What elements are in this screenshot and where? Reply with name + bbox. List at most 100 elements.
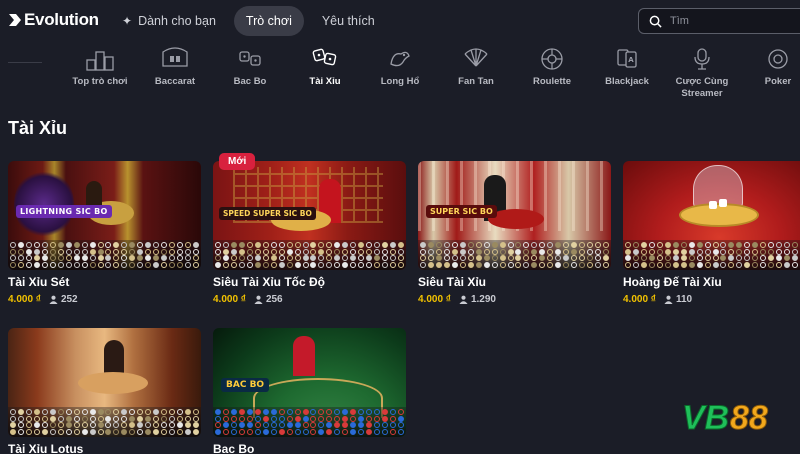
min-bet: 4.000 ₫ (623, 294, 656, 305)
road-dot (310, 261, 317, 268)
nav-favorites-label: Yêu thích (321, 14, 375, 28)
road-dot (168, 255, 175, 262)
road-dot (286, 409, 293, 416)
road-dot (728, 255, 735, 262)
road-dot (444, 261, 451, 268)
road-dot (57, 255, 64, 262)
category-fan-tan[interactable]: Fan Tan (438, 42, 514, 88)
road-dot (239, 415, 246, 422)
road-dot (81, 248, 88, 255)
road-dot (184, 422, 191, 429)
road-dot (428, 255, 435, 262)
game-name: Hoàng Đế Tài Xỉu (623, 275, 722, 289)
road-dot (499, 261, 506, 268)
search-input[interactable] (670, 15, 790, 27)
road-dot (633, 261, 640, 268)
road-dot (270, 261, 277, 268)
road-dot (373, 422, 380, 429)
road-dot (665, 255, 672, 262)
thumb-logo: SPEED SUPER SIC BO (219, 207, 316, 220)
road-dot (65, 422, 72, 429)
road-dot (50, 248, 57, 255)
road-dot (231, 248, 238, 255)
road-dot (73, 261, 80, 268)
road-dot (570, 248, 577, 255)
road-dot (192, 409, 199, 416)
road-dot (397, 415, 404, 422)
road-dot (26, 248, 33, 255)
road-dot (365, 255, 372, 262)
road-dot (65, 428, 72, 435)
brand-logo[interactable]: Evolution (8, 10, 99, 30)
results-road (213, 240, 406, 270)
category-tai-xiu[interactable]: Tài Xỉu (287, 42, 363, 88)
road-dot (491, 255, 498, 262)
road-dot (145, 242, 152, 249)
road-dot (192, 428, 199, 435)
road-dot (680, 242, 687, 249)
road-dot (215, 242, 222, 249)
road-dot (184, 242, 191, 249)
game-card[interactable]: BAC BO Bac Bo (213, 328, 406, 454)
game-thumbnail: SUPER SIC BO (418, 161, 611, 270)
game-card[interactable]: SUPER SIC BO Siêu Tài Xỉu 4.000 ₫ 1.290 (418, 161, 611, 305)
nav-for-you[interactable]: ✦ Dành cho bạn (110, 6, 228, 36)
road-dot (672, 261, 679, 268)
road-dot (231, 422, 238, 429)
game-card[interactable]: Hoàng Đế Tài Xỉu 4.000 ₫ 110 (623, 161, 800, 305)
road-dot (129, 248, 136, 255)
road-dot (215, 248, 222, 255)
category-baccarat[interactable]: Baccarat (137, 42, 213, 88)
road-dot (113, 428, 120, 435)
road-dot (452, 255, 459, 262)
road-dot (231, 409, 238, 416)
road-dot (350, 261, 357, 268)
road-dot (18, 422, 25, 429)
road-dot (65, 248, 72, 255)
road-dot (547, 261, 554, 268)
road-dot (255, 422, 262, 429)
category-roulette[interactable]: Roulette (514, 42, 590, 88)
road-dot (783, 255, 790, 262)
road-dot (215, 255, 222, 262)
road-dot (342, 248, 349, 255)
road-dot (215, 415, 222, 422)
road-dot (523, 242, 530, 249)
road-dot (767, 248, 774, 255)
road-dot (278, 261, 285, 268)
road-dot (507, 242, 514, 249)
category-poker[interactable]: Poker (740, 42, 800, 88)
road-dot (223, 261, 230, 268)
game-card[interactable]: LIGHTNING SIC BO Tài Xỉu Sét 4.000 ₫ 252 (8, 161, 201, 305)
category-strip: Top trò chơi Baccarat Bac Bo Tài Xỉu Lon… (0, 42, 800, 106)
player-count: 110 (664, 294, 692, 305)
road-dot (176, 415, 183, 422)
min-bet: 4.000 ₫ (8, 294, 41, 305)
road-dot (373, 428, 380, 435)
category-blackjack[interactable]: A Blackjack (589, 42, 665, 88)
category-streamer[interactable]: Cược Cùng Streamer (664, 42, 740, 100)
road-dot (665, 248, 672, 255)
game-card[interactable]: Mới SPEED SUPER SIC BO Siêu Tài Xỉu Tốc … (213, 153, 406, 305)
vb88-watermark: VB 88 (682, 399, 769, 437)
road-dot (704, 242, 711, 249)
nav-games[interactable]: Trò chơi (233, 6, 304, 36)
road-dot (318, 242, 325, 249)
road-dot (594, 255, 601, 262)
road-dot (168, 242, 175, 249)
road-dot (57, 409, 64, 416)
road-dot (152, 261, 159, 268)
player-count-value: 110 (675, 294, 693, 305)
road-dot (397, 428, 404, 435)
road-dot (18, 409, 25, 416)
road-dot (318, 248, 325, 255)
game-card[interactable]: Tài Xỉu Lotus (8, 328, 201, 454)
category-top-games[interactable]: Top trò chơi (62, 42, 138, 88)
road-dot (342, 242, 349, 249)
category-bac-bo[interactable]: Bac Bo (212, 42, 288, 88)
nav-favorites[interactable]: Yêu thích (310, 6, 387, 36)
road-dot (152, 422, 159, 429)
category-long-ho[interactable]: Long Hổ (362, 42, 438, 88)
road-dot (168, 261, 175, 268)
search-box[interactable] (638, 8, 800, 34)
